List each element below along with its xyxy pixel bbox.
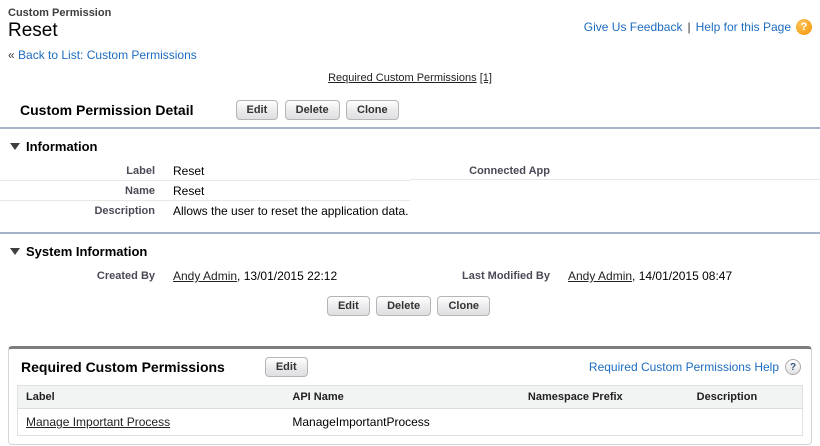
last-modified-by-field-row: Last Modified By Andy Admin, 14/01/2015 … [410, 266, 820, 285]
last-modified-by-field-value: Andy Admin, 14/01/2015 08:47 [550, 266, 820, 285]
bottom-button-group: Edit Delete Clone [0, 287, 820, 330]
name-field-label: Name [125, 185, 155, 197]
jump-links-row: Required Custom Permissions [1] [0, 72, 820, 84]
column-header-namespace-prefix: Namespace Prefix [519, 385, 689, 409]
related-list-help-icon[interactable]: ? [785, 359, 801, 375]
column-header-description: Description [688, 385, 803, 409]
custom-permission-detail-page: Custom Permission Reset Give Us Feedback… [0, 0, 820, 445]
column-header-label: Label [17, 385, 285, 409]
system-information-section-title: System Information [26, 244, 148, 259]
collapse-twisty-icon[interactable] [10, 248, 20, 255]
related-list-table-head: Label API Name Namespace Prefix Descript… [17, 385, 803, 409]
label-field-label: Label [126, 165, 155, 177]
back-link-row: « Back to List: Custom Permissions [0, 42, 820, 64]
clone-button-bottom[interactable]: Clone [437, 296, 491, 316]
collapse-twisty-icon[interactable] [10, 143, 20, 150]
name-field-value: Reset [173, 184, 205, 198]
jump-link-required-custom-permissions[interactable]: Required Custom Permissions [328, 72, 477, 84]
information-field-grid: Label Reset Name Reset Description Allow… [0, 159, 820, 232]
last-modified-by-datetime: , 14/01/2015 08:47 [632, 269, 733, 283]
information-left-column: Label Reset Name Reset Description Allow… [0, 161, 410, 220]
required-custom-permissions-related-list: Required Custom Permissions Edit Require… [8, 346, 812, 445]
description-field-label: Description [94, 205, 155, 217]
link-separator: | [687, 20, 691, 34]
last-modified-by-user-link[interactable]: Andy Admin [568, 269, 632, 283]
row-label-cell: Manage Important Process [17, 408, 285, 436]
help-question-icon[interactable]: ? [796, 19, 812, 35]
entity-type-label: Custom Permission [8, 7, 112, 19]
created-by-datetime: , 13/01/2015 22:12 [237, 269, 338, 283]
connected-app-field-row: Connected App [410, 161, 820, 180]
page-header: Custom Permission Reset Give Us Feedback… [0, 0, 820, 42]
permission-label-link[interactable]: Manage Important Process [26, 415, 170, 429]
related-list-header-row: Label API Name Namespace Prefix Descript… [17, 385, 803, 409]
created-by-field-label: Created By [96, 270, 155, 282]
table-row: Manage Important Process ManageImportant… [17, 408, 803, 436]
created-by-field-row: Created By Andy Admin, 13/01/2015 22:12 [0, 266, 410, 285]
give-feedback-link[interactable]: Give Us Feedback [584, 20, 683, 34]
page-title-block: Custom Permission Reset [8, 7, 111, 42]
last-modified-by-field-label: Last Modified By [461, 270, 550, 282]
system-information-section-header[interactable]: System Information [0, 234, 820, 264]
name-field-row: Name Reset [0, 181, 410, 201]
description-field-row: Description Allows the user to reset the… [0, 201, 410, 220]
delete-button-bottom[interactable]: Delete [376, 296, 432, 316]
system-information-right-column: Last Modified By Andy Admin, 14/01/2015 … [410, 266, 820, 285]
related-list-table-body: Manage Important Process ManageImportant… [17, 408, 803, 436]
related-list-title: Required Custom Permissions [21, 359, 225, 375]
information-right-column: Connected App [410, 161, 820, 220]
back-arrow-icon: « [8, 48, 15, 62]
detail-button-group: Edit Delete Clone [235, 100, 402, 120]
edit-button-bottom[interactable]: Edit [326, 296, 370, 316]
row-namespace-prefix-cell [519, 408, 689, 436]
edit-button[interactable]: Edit [235, 100, 279, 120]
page-title: Reset [8, 20, 58, 41]
system-information-section: System Information Created By Andy Admin… [0, 234, 820, 287]
created-by-user-link[interactable]: Andy Admin [173, 269, 237, 283]
related-list-help-link[interactable]: Required Custom Permissions Help [589, 360, 779, 374]
connected-app-field-label: Connected App [469, 165, 550, 177]
help-for-page-link[interactable]: Help for this Page [696, 20, 791, 34]
row-description-cell [688, 408, 803, 436]
column-header-api-name: API Name [284, 385, 520, 409]
related-list-table: Label API Name Namespace Prefix Descript… [17, 385, 803, 436]
row-api-name-cell: ManageImportantProcess [284, 408, 520, 436]
detail-section-header: Custom Permission Detail Edit Delete Clo… [0, 84, 820, 127]
created-by-field-value: Andy Admin, 13/01/2015 22:12 [155, 266, 410, 285]
detail-section-title: Custom Permission Detail [20, 102, 194, 118]
jump-link-count[interactable]: [1] [480, 72, 492, 84]
related-list-edit-button[interactable]: Edit [264, 357, 308, 377]
information-section-title: Information [26, 139, 98, 154]
system-information-field-grid: Created By Andy Admin, 13/01/2015 22:12 … [0, 264, 820, 287]
related-list-help: Required Custom Permissions Help ? [589, 359, 801, 375]
system-information-left-column: Created By Andy Admin, 13/01/2015 22:12 [0, 266, 410, 285]
related-list-header: Required Custom Permissions Edit Require… [9, 349, 811, 385]
delete-button[interactable]: Delete [284, 100, 340, 120]
information-section-header[interactable]: Information [0, 129, 820, 159]
back-to-list-link[interactable]: Back to List: Custom Permissions [18, 48, 197, 62]
label-field-value: Reset [173, 164, 205, 178]
clone-button[interactable]: Clone [346, 100, 399, 120]
description-field-value: Allows the user to reset the application… [173, 204, 409, 218]
header-links: Give Us Feedback | Help for this Page ? [584, 7, 812, 42]
information-section: Information Label Reset Name Reset Descr… [0, 129, 820, 232]
connected-app-field-value [550, 161, 820, 166]
label-field-row: Label Reset [0, 161, 410, 181]
